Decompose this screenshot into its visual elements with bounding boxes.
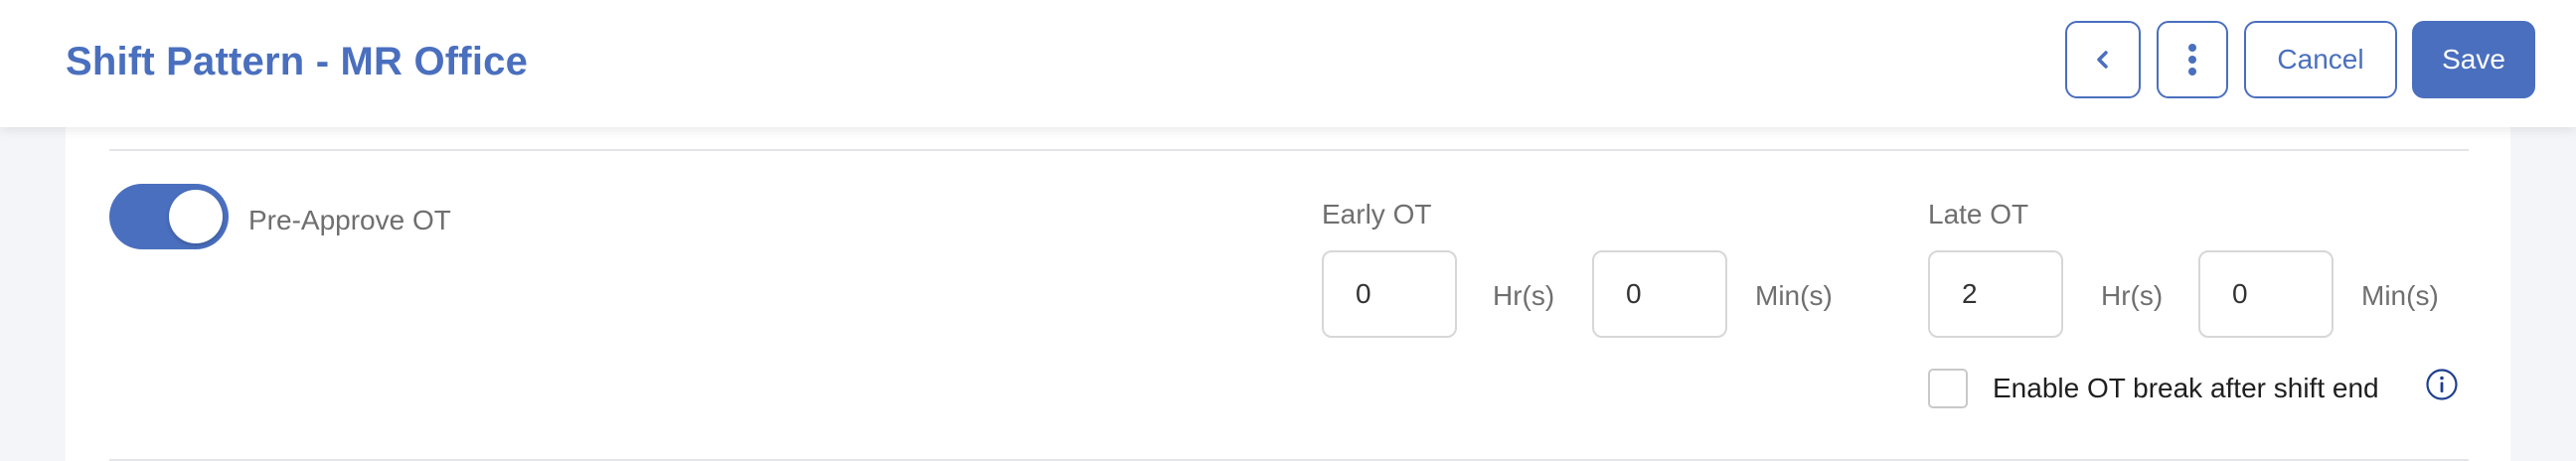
page-title: Shift Pattern - MR Office xyxy=(66,40,529,83)
back-button[interactable] xyxy=(2065,21,2141,98)
pre-approve-ot-toggle[interactable] xyxy=(109,184,229,249)
cancel-button[interactable]: Cancel xyxy=(2244,21,2397,98)
early-ot-minutes-unit: Min(s) xyxy=(1755,280,1833,311)
save-button[interactable]: Save xyxy=(2412,21,2535,98)
divider-top xyxy=(109,149,2469,151)
ot-break-checkbox[interactable] xyxy=(1928,369,1968,408)
early-ot-hours-input[interactable] xyxy=(1322,250,1457,338)
early-ot-label: Early OT xyxy=(1322,199,1432,230)
more-options-button[interactable] xyxy=(2157,21,2228,98)
late-ot-minutes-input[interactable] xyxy=(2198,250,2334,338)
info-icon[interactable] xyxy=(2425,368,2459,401)
chevron-left-icon xyxy=(2097,51,2108,69)
late-ot-hours-input[interactable] xyxy=(1928,250,2063,338)
early-ot-hours-unit: Hr(s) xyxy=(1493,280,1555,311)
late-ot-minutes-unit: Min(s) xyxy=(2361,280,2439,311)
ot-break-label: Enable OT break after shift end xyxy=(1993,373,2379,403)
toggle-knob xyxy=(169,190,223,243)
header-bar: Shift Pattern - MR Office Cancel Save xyxy=(0,0,2576,127)
late-ot-label: Late OT xyxy=(1928,199,2029,230)
early-ot-minutes-input[interactable] xyxy=(1592,250,1727,338)
pre-approve-ot-label: Pre-Approve OT xyxy=(248,205,451,235)
kebab-menu-icon xyxy=(2188,44,2196,76)
late-ot-hours-unit: Hr(s) xyxy=(2101,280,2164,311)
ot-settings-card: Pre-Approve OT Early OT Hr(s) Min(s) Lat… xyxy=(66,127,2510,461)
